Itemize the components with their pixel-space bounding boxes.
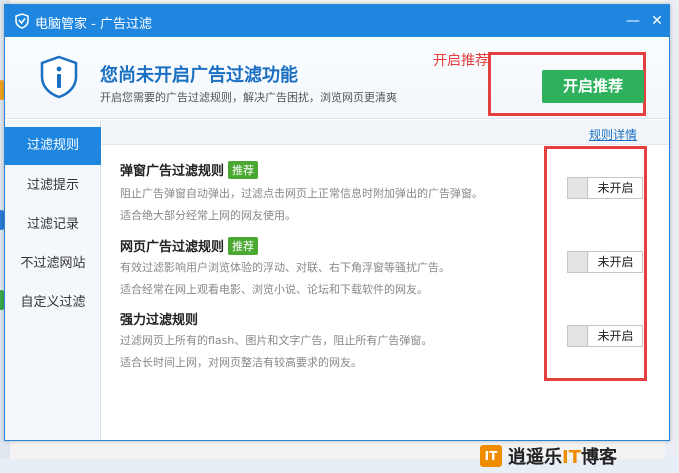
rule-title-text: 网页广告过滤规则: [120, 240, 225, 255]
rule-title-text: 弹窗广告过滤规则: [120, 164, 225, 179]
watermark-text-c: 博客: [580, 447, 617, 468]
recommended-badge: 推荐: [228, 237, 259, 255]
rule-title-webpage: 网页广告过滤规则 推荐: [120, 236, 259, 255]
watermark-text-a: 逍遥乐: [508, 447, 562, 468]
enable-recommended-button[interactable]: 开启推荐: [542, 70, 644, 103]
sidebar-item-whitelist[interactable]: 不过滤网站: [5, 245, 101, 283]
recommended-badge: 推荐: [228, 161, 259, 179]
annotation-label: 开启推荐: [433, 53, 489, 69]
minimize-button[interactable]: —: [623, 11, 643, 31]
rules-details-link[interactable]: 规则详情: [589, 126, 637, 143]
sidebar-item-filter-tips[interactable]: 过滤提示: [5, 167, 101, 205]
title-bar[interactable]: 电脑管家 - 广告过滤 — ✕: [5, 5, 669, 37]
rule-desc-line: 适合长时间上网，对网页整洁有较高要求的网友。: [120, 356, 362, 369]
rule-desc-line: 有效过滤影响用户浏览体验的浮动、对联、右下角浮窗等骚扰广告。: [120, 261, 450, 274]
sidebar-item-custom-filter[interactable]: 自定义过滤: [5, 284, 101, 322]
rule-title-popup: 弹窗广告过滤规则 推荐: [120, 160, 259, 179]
info-shield-icon: [40, 55, 78, 99]
close-button[interactable]: ✕: [647, 11, 667, 31]
sidebar: 过滤规则 过滤提示 过滤记录 不过滤网站 自定义过滤: [5, 120, 101, 440]
sidebar-item-filter-rules[interactable]: 过滤规则: [5, 127, 101, 165]
banner-subtitle: 开启您需要的广告过滤规则，解决广告困扰，浏览网页更清爽: [100, 91, 397, 104]
rule-desc-line: 阻止广告弹窗自动弹出，过滤点击网页上正常信息时附加弹出的广告弹窗。: [120, 187, 483, 200]
sidebar-item-filter-log[interactable]: 过滤记录: [5, 206, 101, 244]
annotation-box-toggles: [544, 146, 647, 381]
watermark-text: 逍遥乐IT博客: [508, 443, 617, 469]
blog-watermark: IT 逍遥乐IT博客: [480, 443, 617, 469]
banner-title: 您尚未开启广告过滤功能: [100, 65, 298, 86]
watermark-logo: IT: [480, 445, 502, 467]
rule-desc-line: 适合经常在网上观看电影、浏览小说、论坛和下载软件的网友。: [120, 283, 428, 296]
rule-desc-line: 过滤网页上所有的flash、图片和文字广告，阻止所有广告弹窗。: [120, 334, 433, 347]
window-title: 电脑管家 - 广告过滤: [35, 17, 152, 32]
watermark-text-b: IT: [562, 447, 581, 468]
rule-title-strong: 强力过滤规则: [120, 313, 199, 328]
app-shield-icon: [15, 13, 29, 29]
rule-desc-line: 适合绝大部分经常上网的网友使用。: [120, 209, 296, 222]
rules-header: 规则详情: [102, 120, 669, 145]
